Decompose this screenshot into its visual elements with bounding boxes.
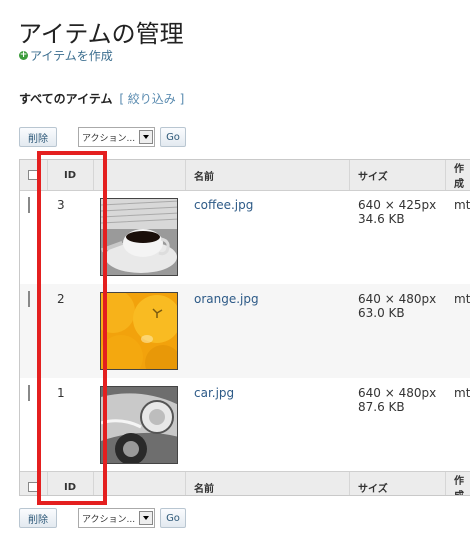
column-id[interactable]: ID [64, 160, 76, 190]
row-checkbox[interactable] [28, 197, 30, 213]
coffee-thumbnail[interactable] [100, 198, 178, 276]
column-id[interactable]: ID [64, 472, 76, 495]
action-select-value: アクション... [82, 514, 136, 525]
delete-button[interactable]: 削除 [19, 508, 57, 528]
select-all-checkbox[interactable] [28, 482, 38, 492]
action-select[interactable]: アクション... [78, 508, 155, 528]
column-size[interactable]: サイズ [358, 472, 388, 495]
column-author[interactable]: 作成 [454, 160, 470, 190]
table-footer: ID 名前 サイズ 作成 [20, 471, 470, 495]
item-filesize: 87.6 KB [358, 400, 405, 414]
column-size[interactable]: サイズ [358, 160, 388, 190]
select-all-checkbox[interactable] [28, 170, 38, 180]
item-dimensions: 640 × 480px [358, 292, 437, 306]
column-name[interactable]: 名前 [194, 472, 214, 495]
table-row[interactable]: 2 orange.jpg 640 × 480px 63.0 KB mt [20, 284, 470, 378]
filter-link[interactable]: [ 絞り込み ] [119, 92, 184, 106]
create-item-link[interactable]: + アイテムを作成 [19, 47, 113, 64]
action-bar-top: 削除 アクション... Go [19, 127, 186, 147]
page-title: アイテムの管理 [18, 20, 184, 48]
create-item-label: アイテムを作成 [30, 49, 113, 63]
go-button[interactable]: Go [160, 508, 186, 528]
action-select[interactable]: アクション... [78, 127, 155, 147]
row-checkbox[interactable] [28, 385, 30, 401]
chevron-down-icon[interactable] [139, 130, 153, 144]
items-table: ID 名前 サイズ 作成 3 coffee.jpg 640 × 425px 34… [19, 159, 470, 496]
item-filesize: 34.6 KB [358, 212, 405, 226]
filter-bar: すべてのアイテム [ 絞り込み ] [19, 90, 184, 107]
item-author[interactable]: mt [454, 292, 470, 306]
item-id: 3 [57, 198, 65, 212]
filter-heading: すべてのアイテム [19, 92, 113, 106]
item-id: 2 [57, 292, 65, 306]
go-button[interactable]: Go [160, 127, 186, 147]
table-row[interactable]: 1 car.jpg 640 × 480px 87.6 KB mt [20, 378, 470, 472]
row-checkbox[interactable] [28, 291, 30, 307]
delete-button[interactable]: 削除 [19, 127, 57, 147]
item-dimensions: 640 × 425px [358, 198, 437, 212]
plus-icon: + [19, 50, 28, 60]
table-row[interactable]: 3 coffee.jpg 640 × 425px 34.6 KB mt [20, 190, 470, 284]
car-thumbnail[interactable] [100, 386, 178, 464]
item-name-link[interactable]: coffee.jpg [194, 198, 253, 212]
item-name-link[interactable]: orange.jpg [194, 292, 259, 306]
item-name-link[interactable]: car.jpg [194, 386, 234, 400]
action-bar-bottom: 削除 アクション... Go [19, 508, 186, 528]
item-size: 640 × 425px 34.6 KB [358, 198, 436, 226]
item-id: 1 [57, 386, 65, 400]
column-name[interactable]: 名前 [194, 160, 214, 190]
orange-thumbnail[interactable] [100, 292, 178, 370]
chevron-down-icon[interactable] [139, 511, 153, 525]
action-select-value: アクション... [82, 133, 136, 144]
item-filesize: 63.0 KB [358, 306, 405, 320]
item-dimensions: 640 × 480px [358, 386, 437, 400]
column-author[interactable]: 作成 [454, 472, 470, 495]
item-author[interactable]: mt [454, 386, 470, 400]
item-size: 640 × 480px 63.0 KB [358, 292, 436, 320]
table-header: ID 名前 サイズ 作成 [20, 160, 470, 191]
item-size: 640 × 480px 87.6 KB [358, 386, 436, 414]
item-author[interactable]: mt [454, 198, 470, 212]
